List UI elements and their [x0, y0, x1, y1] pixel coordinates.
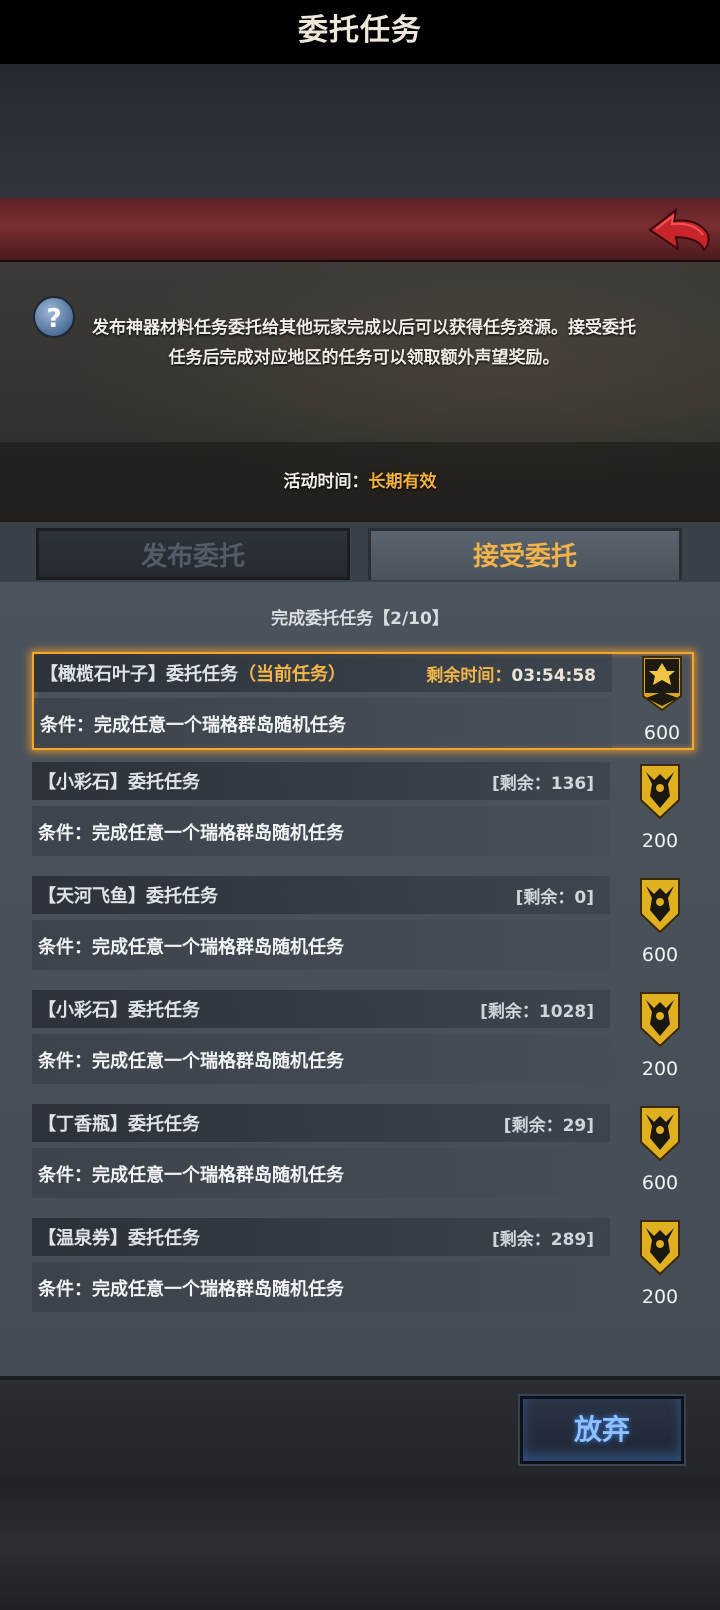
- task-remaining: [剩余：29]: [503, 1116, 594, 1136]
- task-item[interactable]: 【天河飞鱼】委托任务 [剩余：0] 条件：完成任意一个瑞格群岛随机任务 600: [32, 876, 690, 972]
- task-timer: 剩余时间：03:54:58: [426, 661, 596, 686]
- task-condition: 条件：完成任意一个瑞格群岛随机任务: [38, 823, 344, 844]
- task-remaining: [剩余：289]: [491, 1230, 594, 1250]
- reward-amount: 600: [641, 1172, 679, 1194]
- reward-amount: 200: [641, 1286, 679, 1308]
- task-item[interactable]: 【小彩石】委托任务 [剩余：1028] 条件：完成任意一个瑞格群岛随机任务 20…: [32, 990, 690, 1086]
- gold-crest-shield-icon: [640, 764, 680, 820]
- event-description: 发布神器材料任务委托给其他玩家完成以后可以获得任务资源。接受委托任务后完成对应地…: [92, 318, 636, 368]
- task-condition: 条件：完成任意一个瑞格群岛随机任务: [40, 715, 346, 736]
- task-item[interactable]: 【小彩石】委托任务 [剩余：136] 条件：完成任意一个瑞格群岛随机任务 200: [32, 762, 690, 858]
- task-title: 【丁香瓶】委托任务: [38, 1114, 200, 1135]
- task-progress: 完成委托任务【2/10】: [271, 609, 449, 629]
- help-icon[interactable]: ?: [33, 296, 75, 338]
- task-condition: 条件：完成任意一个瑞格群岛随机任务: [38, 1165, 344, 1186]
- task-remaining: [剩余：0]: [515, 888, 594, 908]
- gold-crest-shield-icon: [640, 878, 680, 934]
- task-item[interactable]: 【丁香瓶】委托任务 [剩余：29] 条件：完成任意一个瑞格群岛随机任务 600: [32, 1104, 690, 1200]
- task-item-current[interactable]: 【橄榄石叶子】委托任务（当前任务） 剩余时间：03:54:58 条件：完成任意一…: [32, 652, 694, 750]
- timer-value: 03:54:58: [511, 666, 596, 686]
- reward-amount: 600: [641, 944, 679, 966]
- task-remaining: [剩余：136]: [491, 774, 594, 794]
- task-title: 【橄榄石叶子】委托任务（当前任务）: [40, 660, 346, 686]
- current-task-tag: （当前任务）: [238, 664, 346, 685]
- gold-cross-shield-icon: [642, 656, 682, 712]
- abandon-button[interactable]: 放弃: [520, 1396, 684, 1464]
- task-condition: 条件：完成任意一个瑞格群岛随机任务: [38, 1279, 344, 1300]
- task-condition: 条件：完成任意一个瑞格群岛随机任务: [38, 937, 344, 958]
- gold-crest-shield-icon: [640, 992, 680, 1048]
- task-item[interactable]: 【温泉券】委托任务 [剩余：289] 条件：完成任意一个瑞格群岛随机任务 200: [32, 1218, 690, 1314]
- gold-crest-shield-icon: [640, 1106, 680, 1162]
- reward-amount: 200: [641, 830, 679, 852]
- scene-bottom: [0, 1478, 720, 1610]
- gold-crest-shield-icon: [640, 1220, 680, 1276]
- header-bar: [0, 198, 720, 263]
- task-title-text: 【橄榄石叶子】委托任务: [40, 664, 238, 685]
- page-title: 委托任务: [298, 13, 422, 48]
- red-back-arrow-icon: [648, 207, 710, 252]
- tab-publish[interactable]: 发布委托: [36, 528, 350, 580]
- task-remaining: [剩余：1028]: [480, 1002, 594, 1022]
- reward-amount: 200: [641, 1058, 679, 1080]
- task-title: 【天河飞鱼】委托任务: [38, 886, 218, 907]
- reward-amount: 600: [643, 722, 681, 744]
- time-label: 活动时间：: [283, 472, 369, 492]
- task-condition: 条件：完成任意一个瑞格群岛随机任务: [38, 1051, 344, 1072]
- time-value: 长期有效: [368, 472, 437, 492]
- task-title: 【小彩石】委托任务: [38, 772, 200, 793]
- back-button[interactable]: [646, 204, 712, 254]
- timer-label: 剩余时间：: [426, 666, 512, 686]
- tab-accept[interactable]: 接受委托: [368, 528, 682, 580]
- task-title: 【温泉券】委托任务: [38, 1228, 200, 1249]
- task-title: 【小彩石】委托任务: [38, 1000, 200, 1021]
- event-time: 活动时间：长期有效: [0, 467, 720, 492]
